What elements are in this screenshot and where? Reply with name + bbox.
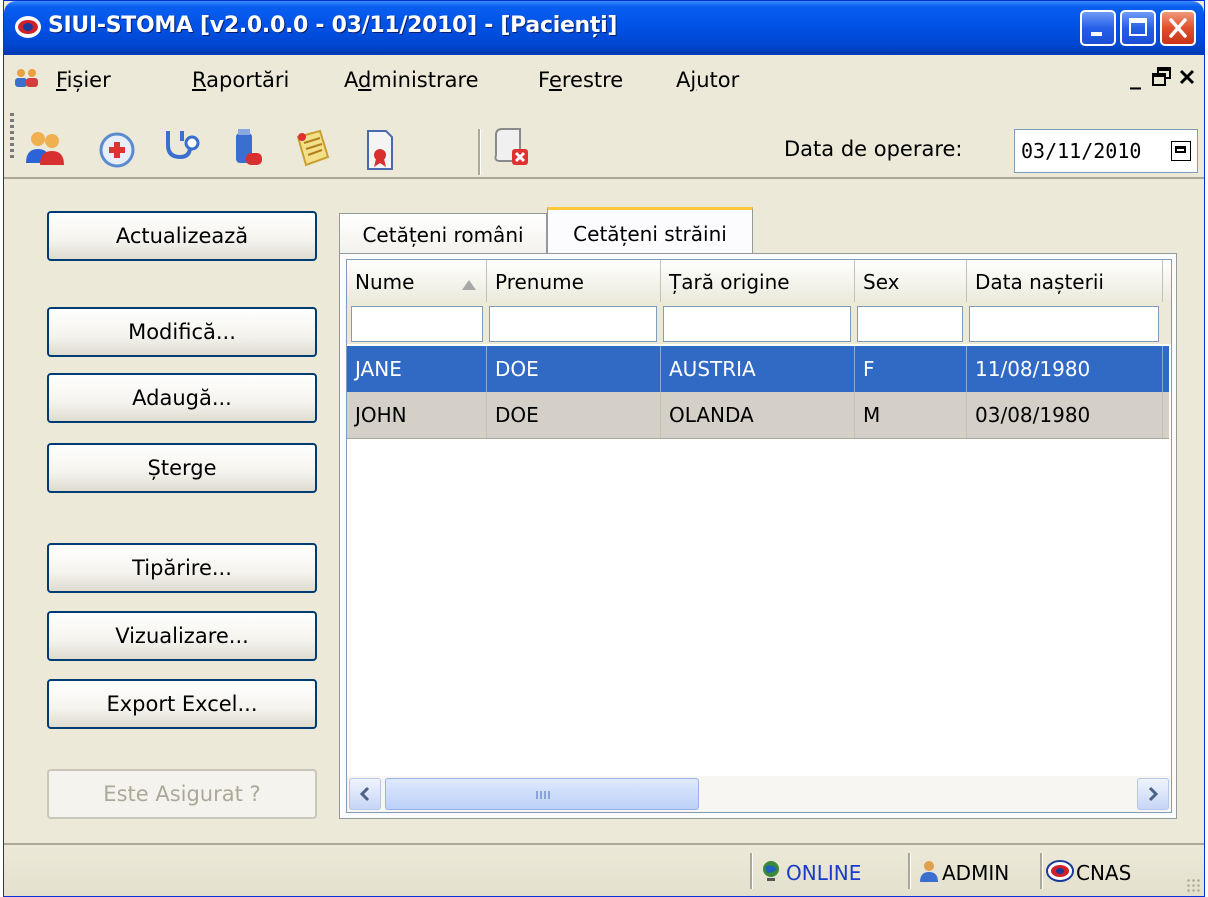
app-window: SIUI-STOMA [v2.0.0.0 - 03/11/2010] - [Pa… <box>3 0 1205 897</box>
toolbar-grip[interactable] <box>10 113 14 161</box>
is-insured-button[interactable]: Este Asigurat ? <box>47 769 317 819</box>
filter-nume-input[interactable] <box>351 306 483 342</box>
column-header-overflow <box>1163 260 1171 302</box>
calendar-dropdown-icon[interactable] <box>1171 141 1191 161</box>
table-row[interactable]: JANE DOE AUSTRIA F 11/08/1980 <box>347 346 1169 392</box>
scroll-right-button[interactable] <box>1137 778 1169 810</box>
app-logo-icon <box>15 16 41 38</box>
minimize-button[interactable] <box>1080 10 1116 46</box>
maximize-icon <box>1129 18 1147 36</box>
cell-nume: JOHN <box>347 392 487 438</box>
minimize-icon <box>1091 32 1102 36</box>
menu-ferestre[interactable]: Ferestre <box>538 68 623 92</box>
status-org: CNAS <box>1076 861 1132 885</box>
delete-button[interactable]: Șterge <box>47 443 317 493</box>
resize-grip-icon[interactable] <box>1186 878 1200 892</box>
sort-ascending-icon <box>462 280 476 290</box>
certificate-document-icon[interactable] <box>358 129 400 171</box>
menu-raportari[interactable]: Raportări <box>192 68 289 92</box>
thumb-grip <box>536 791 550 799</box>
close-icon <box>1169 18 1187 38</box>
scrollbar-thumb[interactable] <box>385 778 699 810</box>
mdi-minimize-button[interactable]: _ <box>1130 65 1141 90</box>
column-header-sex[interactable]: Sex <box>855 260 967 302</box>
column-header-label: Nume <box>355 270 415 294</box>
modify-button[interactable]: Modifică... <box>47 307 317 357</box>
patients-icon[interactable] <box>24 127 66 169</box>
cell-sex: M <box>855 392 967 438</box>
status-user: ADMIN <box>942 861 1010 885</box>
status-separator <box>908 853 911 889</box>
cell-nume: JANE <box>347 346 487 392</box>
column-header-tara-origine[interactable]: Țară origine <box>661 260 855 302</box>
menu-bar: Fișier Raportări Administrare Ferestre A… <box>4 55 1204 101</box>
print-button[interactable]: Tipărire... <box>47 543 317 593</box>
first-aid-icon[interactable] <box>96 129 138 171</box>
restore-icon <box>1152 67 1171 86</box>
status-separator <box>1040 853 1043 889</box>
menu-ajutor[interactable]: Ajutor <box>676 68 739 92</box>
close-icon <box>1179 69 1195 85</box>
notes-icon[interactable] <box>292 127 334 169</box>
maximize-button[interactable] <box>1120 10 1156 46</box>
cnas-logo-icon <box>1046 860 1074 882</box>
cell-prenume: DOE <box>487 392 661 438</box>
column-header-prenume[interactable]: Prenume <box>487 260 661 302</box>
operating-date-picker[interactable]: 03/11/2010 <box>1014 129 1198 173</box>
user-icon <box>920 861 938 882</box>
tab-romanian-citizens[interactable]: Cetățeni români <box>339 213 547 255</box>
chevron-right-icon <box>1148 786 1159 802</box>
filter-tara-input[interactable] <box>663 306 851 342</box>
tab-foreign-citizens[interactable]: Cetățeni străini <box>547 207 753 257</box>
window-title: SIUI-STOMA [v2.0.0.0 - 03/11/2010] - [Pa… <box>48 13 618 38</box>
stethoscope-icon[interactable] <box>160 127 202 169</box>
cell-tara-origine: AUSTRIA <box>661 346 855 392</box>
medicine-bottle-icon[interactable] <box>226 127 268 169</box>
close-button[interactable] <box>1160 10 1196 46</box>
status-connection: ONLINE <box>786 861 862 885</box>
preview-button[interactable]: Vizualizare... <box>47 611 317 661</box>
status-separator <box>750 853 753 889</box>
toolbar-separator <box>478 129 481 175</box>
horizontal-scrollbar[interactable] <box>347 776 1171 812</box>
filter-row <box>347 302 1171 344</box>
column-header-data-nasterii[interactable]: Data nașterii <box>967 260 1163 302</box>
title-bar[interactable]: SIUI-STOMA [v2.0.0.0 - 03/11/2010] - [Pa… <box>4 1 1204 55</box>
add-button[interactable]: Adaugă... <box>47 373 317 423</box>
delete-document-icon[interactable] <box>490 127 532 169</box>
scroll-left-button[interactable] <box>349 778 381 810</box>
cell-data-nasterii: 11/08/1980 <box>967 346 1163 392</box>
menu-fisier[interactable]: Fișier <box>56 68 111 92</box>
column-header-nume[interactable]: Nume <box>347 260 487 302</box>
mdi-close-button[interactable] <box>1178 67 1196 92</box>
menu-administrare[interactable]: Administrare <box>344 68 479 92</box>
operating-date-value[interactable]: 03/11/2010 <box>1021 139 1141 163</box>
cell-sex: F <box>855 346 967 392</box>
filter-sex-input[interactable] <box>857 306 963 342</box>
status-bar: ONLINE ADMIN CNAS <box>4 843 1204 896</box>
cell-prenume: DOE <box>487 346 661 392</box>
operating-date-label: Data de operare: <box>784 137 963 161</box>
mdi-restore-button[interactable] <box>1152 67 1172 93</box>
filter-prenume-input[interactable] <box>489 306 657 342</box>
chevron-left-icon <box>359 786 370 802</box>
table-row[interactable]: JOHN DOE OLANDA M 03/08/1980 <box>347 392 1169 439</box>
refresh-button[interactable]: Actualizează <box>47 211 317 261</box>
export-excel-button[interactable]: Export Excel... <box>47 679 317 729</box>
cell-tara-origine: OLANDA <box>661 392 855 438</box>
filter-data-nasterii-input[interactable] <box>969 306 1159 342</box>
online-globe-icon <box>763 861 779 881</box>
patients-window-icon <box>15 69 38 87</box>
cell-data-nasterii: 03/08/1980 <box>967 392 1163 438</box>
patients-grid[interactable]: Nume Prenume Țară origine Sex Data naște… <box>346 259 1172 813</box>
